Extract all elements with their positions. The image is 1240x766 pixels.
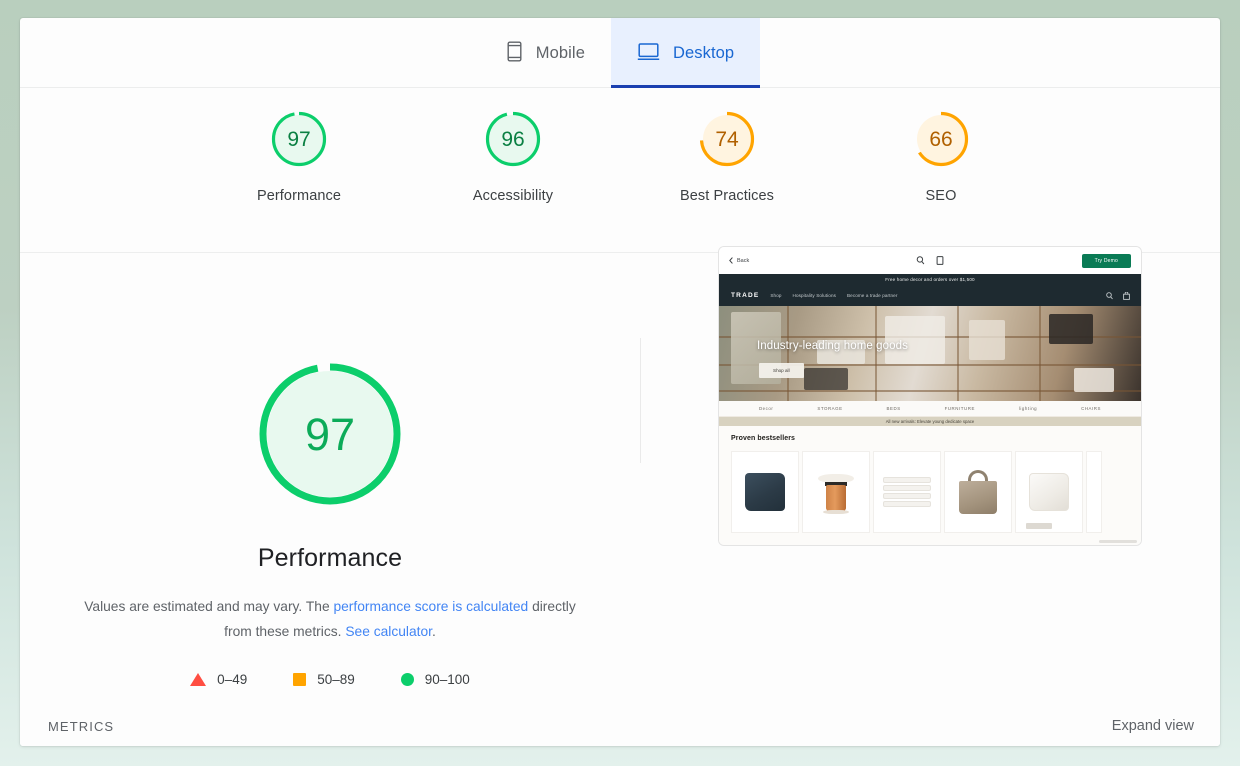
thumbnail-back-control: Back xyxy=(729,257,749,264)
report-card: Mobile Desktop 97 Performance 96 Accessi… xyxy=(20,18,1220,746)
thumbnail-category-3: FURNITURE xyxy=(944,406,975,411)
thumbnail-product-card-partial xyxy=(1086,451,1102,533)
thumbnail-category-4: lighting xyxy=(1018,406,1038,411)
gauge-ring-accessibility: 96 xyxy=(482,108,544,170)
product-image-wood-stool xyxy=(818,470,854,514)
gauge-ring-performance: 97 xyxy=(268,108,330,170)
page-screenshot-thumbnail[interactable]: Back Try Demo Free home decor and orders… xyxy=(718,246,1142,546)
product-image-tote-bag xyxy=(959,470,997,514)
score-gauge-performance[interactable]: 97 Performance xyxy=(224,108,374,204)
thumbnail-brand-logo: TRADE xyxy=(731,292,760,299)
performance-summary: 97 Performance Values are estimated and … xyxy=(20,253,640,687)
section-vertical-divider xyxy=(640,338,641,463)
thumbnail-category-2: BEDS xyxy=(886,406,901,411)
thumbnail-nav-link-hospitality: Hospitality Solutions xyxy=(792,293,836,298)
thumbnail-nav-icons xyxy=(1106,291,1130,300)
performance-large-value: 97 xyxy=(304,408,356,460)
product-image-navy-pillow xyxy=(745,473,785,511)
cart-icon xyxy=(1123,291,1130,300)
legend-label-average: 50–89 xyxy=(317,672,355,687)
triangle-poor-icon xyxy=(190,673,207,686)
tab-desktop[interactable]: Desktop xyxy=(610,18,761,88)
thumbnail-back-label: Back xyxy=(737,257,750,264)
product-sale-badge xyxy=(1026,523,1052,529)
desktop-monitor-icon xyxy=(637,42,660,65)
circle-good-icon xyxy=(400,673,414,686)
thumbnail-hero: Industry-leading home goods Shop all xyxy=(719,306,1141,401)
thumbnail-product-row xyxy=(731,451,1129,533)
tab-mobile[interactable]: Mobile xyxy=(480,18,611,88)
score-gauge-best-practices[interactable]: 74 Best Practices xyxy=(652,108,802,204)
gauge-label-performance: Performance xyxy=(256,188,342,204)
expand-view-button[interactable]: Expand view xyxy=(1112,718,1194,734)
description-text-1: Values are estimated and may vary. The xyxy=(84,599,334,614)
gauge-ring-seo: 66 xyxy=(910,108,972,170)
gauge-value-seo: 66 xyxy=(929,127,953,151)
thumbnail-site-nav: TRADE Shop Hospitality Solutions Become … xyxy=(719,285,1141,306)
legend-item-good: 90–100 xyxy=(400,672,470,687)
tab-desktop-label: Desktop xyxy=(672,43,735,62)
thumbnail-hero-title: Industry-leading home goods xyxy=(757,340,909,352)
thumbnail-product-card xyxy=(1015,451,1083,533)
performance-description: Values are estimated and may vary. The p… xyxy=(70,594,590,644)
page-background: Mobile Desktop 97 Performance 96 Accessi… xyxy=(0,0,1240,766)
thumbnail-hero-button: Shop all xyxy=(759,363,804,378)
score-gauge-seo[interactable]: 66 SEO xyxy=(866,108,1016,204)
see-calculator-link[interactable]: See calculator xyxy=(345,624,432,639)
metrics-section-label: METRICS xyxy=(48,718,115,734)
description-text-3: . xyxy=(431,624,436,639)
search-icon xyxy=(916,256,925,265)
gauge-ring-best-practices: 74 xyxy=(696,108,758,170)
legend-label-poor: 0–49 xyxy=(217,672,248,687)
gauge-value-accessibility: 96 xyxy=(501,127,525,151)
thumbnail-promo-strip: All new arrivals: Elevate young dedicate… xyxy=(719,417,1141,426)
mobile-phone-icon xyxy=(506,41,523,65)
score-gauge-accessibility[interactable]: 96 Accessibility xyxy=(438,108,588,204)
tab-active-indicator xyxy=(610,85,761,88)
device-icon xyxy=(936,256,944,265)
legend-item-poor: 0–49 xyxy=(190,672,247,687)
thumbnail-nav-link-partner: Become a trade partner xyxy=(847,293,898,298)
search-icon xyxy=(1106,291,1113,299)
thumbnail-category-0: Decor xyxy=(758,406,774,411)
thumbnail-category-row: Decor STORAGE BEDS FURNITURE lighting CH… xyxy=(719,401,1141,417)
thumbnail-browser-chrome: Back Try Demo xyxy=(719,247,1141,274)
legend-item-average: 50–89 xyxy=(293,672,355,687)
thumbnail-product-card xyxy=(731,451,799,533)
thumbnail-category-1: STORAGE xyxy=(817,406,843,411)
category-score-strip: 97 Performance 96 Accessibility 74 Best … xyxy=(20,88,1220,253)
product-image-folded-linens xyxy=(883,477,931,507)
gauge-label-seo: SEO xyxy=(925,188,957,204)
thumbnail-nav-link-shop: Shop xyxy=(770,293,782,298)
legend-label-good: 90–100 xyxy=(424,672,470,687)
screenshot-panel: Back Try Demo Free home decor and orders… xyxy=(640,246,1220,546)
performance-score-calculated-link[interactable]: performance score is calculated xyxy=(333,599,528,614)
thumbnail-announcement-bar: Free home decor and orders over $1,500 xyxy=(719,274,1141,285)
performance-detail-section: 97 Performance Values are estimated and … xyxy=(20,246,1220,705)
thumbnail-product-card xyxy=(873,451,941,533)
gauge-value-best-practices: 74 xyxy=(715,127,739,151)
tab-mobile-label: Mobile xyxy=(535,43,585,62)
thumbnail-bestsellers-title: Proven bestsellers xyxy=(731,435,796,442)
form-factor-tabbar: Mobile Desktop xyxy=(20,18,1220,88)
thumbnail-chrome-icons xyxy=(916,256,944,265)
thumbnail-cta-button: Try Demo xyxy=(1081,253,1131,268)
thumbnail-product-card xyxy=(944,451,1012,533)
gauge-label-best-practices: Best Practices xyxy=(679,188,775,204)
gauge-value-performance: 97 xyxy=(287,127,311,151)
thumbnail-category-5: CHAIRS xyxy=(1081,406,1101,411)
performance-title: Performance xyxy=(257,544,403,572)
score-range-legend: 0–49 50–89 90–100 xyxy=(190,672,470,687)
gauge-label-accessibility: Accessibility xyxy=(472,188,554,204)
product-image-white-pillow xyxy=(1029,473,1069,511)
thumbnail-bestsellers: Proven bestsellers xyxy=(719,426,1141,545)
square-average-icon xyxy=(293,673,307,686)
report-footer: METRICS Expand view xyxy=(20,706,1220,746)
performance-large-gauge[interactable]: 97 xyxy=(254,358,406,510)
thumbnail-product-card xyxy=(802,451,870,533)
thumbnail-scroll-indicator xyxy=(1099,540,1137,543)
